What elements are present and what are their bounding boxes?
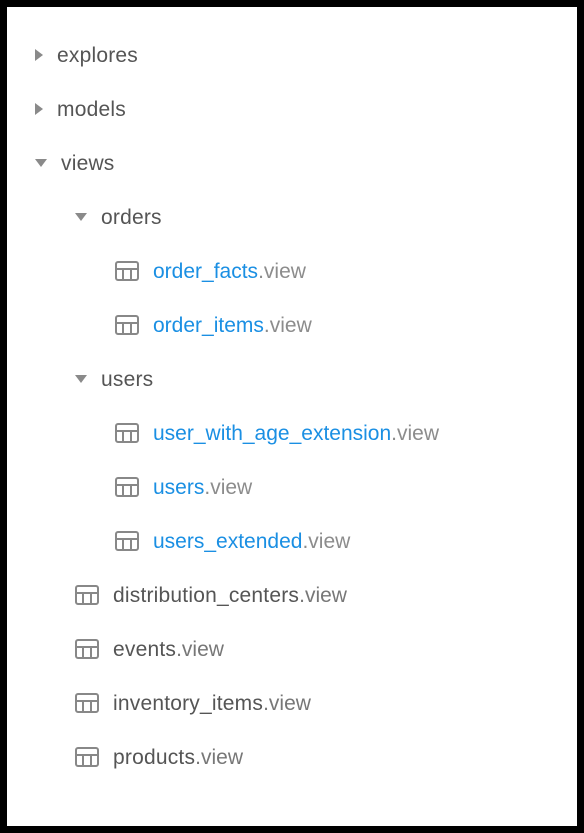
table-icon (75, 693, 99, 713)
file-order-items[interactable]: order_items.view (27, 305, 557, 345)
folder-label: views (61, 153, 115, 174)
file-label: distribution_centers.view (113, 585, 347, 606)
folder-orders[interactable]: orders (27, 197, 557, 237)
table-icon (115, 261, 139, 281)
chevron-right-icon (35, 103, 43, 115)
folder-label: users (101, 369, 153, 390)
file-inventory-items[interactable]: inventory_items.view (27, 683, 557, 723)
file-label: events.view (113, 639, 224, 660)
table-icon (75, 747, 99, 767)
file-label: order_items.view (153, 315, 312, 336)
file-users[interactable]: users.view (27, 467, 557, 507)
folder-users[interactable]: users (27, 359, 557, 399)
file-label: user_with_age_extension.view (153, 423, 439, 444)
file-user-with-age-extension[interactable]: user_with_age_extension.view (27, 413, 557, 453)
table-icon (115, 531, 139, 551)
folder-label: explores (57, 45, 138, 66)
folder-explores[interactable]: explores (27, 35, 557, 75)
file-distribution-centers[interactable]: distribution_centers.view (27, 575, 557, 615)
chevron-down-icon (75, 375, 87, 383)
file-order-facts[interactable]: order_facts.view (27, 251, 557, 291)
table-icon (75, 639, 99, 659)
file-products[interactable]: products.view (27, 737, 557, 777)
file-label: order_facts.view (153, 261, 306, 282)
table-icon (115, 477, 139, 497)
chevron-down-icon (35, 159, 47, 167)
chevron-right-icon (35, 49, 43, 61)
file-label: users.view (153, 477, 252, 498)
folder-views[interactable]: views (27, 143, 557, 183)
table-icon (75, 585, 99, 605)
folder-models[interactable]: models (27, 89, 557, 129)
table-icon (115, 315, 139, 335)
file-events[interactable]: events.view (27, 629, 557, 669)
table-icon (115, 423, 139, 443)
chevron-down-icon (75, 213, 87, 221)
folder-label: models (57, 99, 126, 120)
file-label: inventory_items.view (113, 693, 311, 714)
folder-label: orders (101, 207, 162, 228)
file-label: products.view (113, 747, 243, 768)
file-users-extended[interactable]: users_extended.view (27, 521, 557, 561)
file-label: users_extended.view (153, 531, 350, 552)
